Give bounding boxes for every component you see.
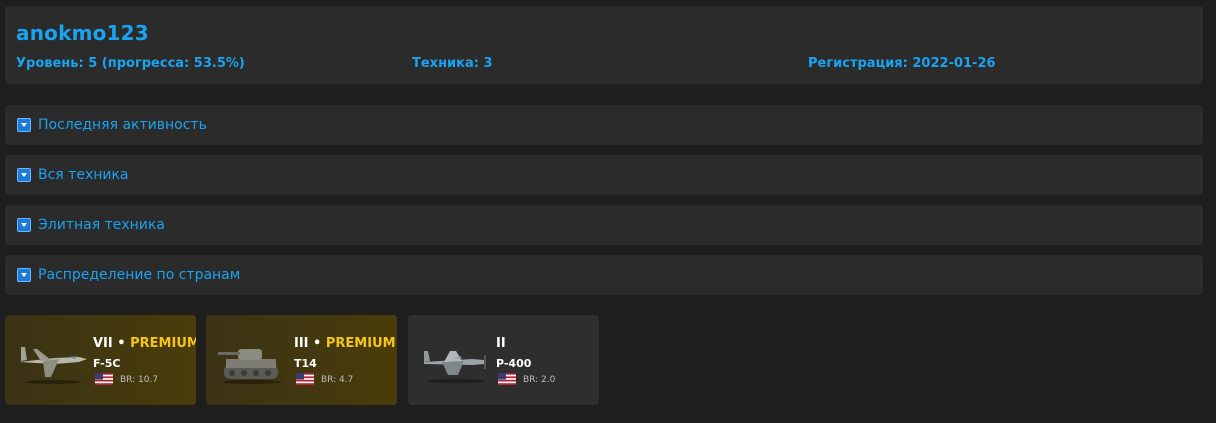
section-recent-activity[interactable]: Последняя активность [5,105,1203,145]
vehicle-card-t14[interactable]: III • PREMIUM T14 BR: 4.7 [206,315,397,405]
battle-rating: BR: 2.0 [523,375,556,385]
premium-badge: PREMIUM [325,336,396,351]
expand-toggle-icon[interactable] [17,268,31,282]
registration-date-stat: Регистрация: 2022-01-26 [808,56,996,71]
jet-aircraft-icon [19,347,87,384]
section-label: Элитная техника [38,217,165,233]
profile-header: anokmo123 Уровень: 5 (прогресса: 53.5%) … [5,6,1203,84]
usa-flag-icon [498,373,516,385]
expand-toggle-icon[interactable] [17,218,31,232]
prop-aircraft-icon [424,351,486,383]
battle-rating: BR: 4.7 [321,375,354,385]
tank-icon [218,349,282,384]
battle-rating: BR: 10.7 [120,375,159,385]
expand-toggle-icon[interactable] [17,168,31,182]
vehicle-tier: VII • PREMIUM [93,336,196,351]
vehicle-name: P-400 [496,357,532,370]
section-label: Распределение по странам [38,267,241,283]
usa-flag-icon [95,373,113,385]
vehicle-name: F-5C [93,357,121,370]
vehicle-card-f5c[interactable]: VII • PREMIUM F-5C BR: 10.7 [5,315,196,405]
usa-flag-icon [296,373,314,385]
vehicle-tier: II [496,336,506,351]
premium-badge: PREMIUM [130,336,196,351]
vehicle-card-p400[interactable]: II P-400 BR: 2.0 [408,315,599,405]
section-label: Вся техника [38,167,129,183]
section-elite-vehicles[interactable]: Элитная техника [5,205,1203,245]
section-country-distribution[interactable]: Распределение по странам [5,255,1203,295]
vehicle-name: T14 [294,357,317,370]
vehicle-tier: III • PREMIUM [294,336,396,351]
level-stat: Уровень: 5 (прогресса: 53.5%) [16,56,245,71]
section-label: Последняя активность [38,117,207,133]
vehicles-count-stat: Техника: 3 [412,56,493,71]
section-all-vehicles[interactable]: Вся техника [5,155,1203,195]
username: anokmo123 [16,21,149,45]
expand-toggle-icon[interactable] [17,118,31,132]
